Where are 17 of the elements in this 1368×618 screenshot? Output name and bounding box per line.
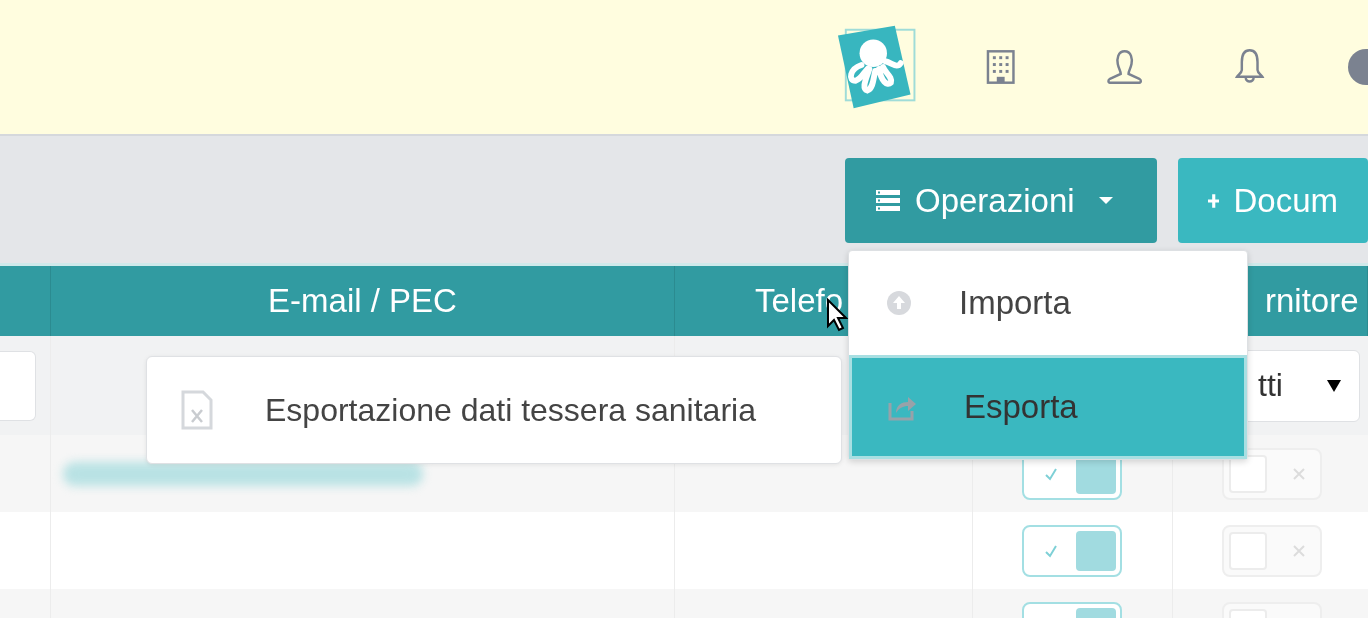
server-icon (875, 189, 901, 212)
cross-icon (1292, 543, 1306, 558)
caret-icon (1098, 197, 1113, 204)
menu-item[interactable]: Esporta (849, 355, 1247, 459)
menu-item[interactable]: Esportazione dati tessera sanitaria (147, 390, 756, 430)
bell-icon[interactable] (1233, 48, 1267, 86)
toggle-switch[interactable] (1022, 524, 1122, 577)
user-icon[interactable] (1105, 49, 1144, 85)
caret-icon (1327, 379, 1341, 392)
check-icon (1044, 466, 1058, 481)
cross-icon (1292, 466, 1306, 481)
check-icon (1044, 543, 1058, 558)
filter-field[interactable] (0, 350, 36, 421)
upload-icon (885, 289, 913, 317)
avatar-icon[interactable] (1348, 49, 1368, 85)
building-icon[interactable] (986, 49, 1016, 85)
excel-file-icon (181, 390, 213, 430)
